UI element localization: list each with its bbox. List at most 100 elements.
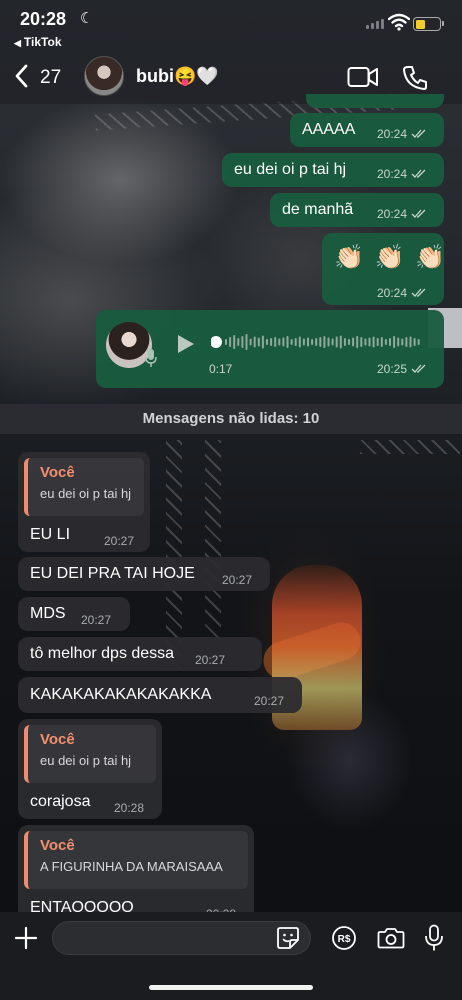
moon-icon: ☾	[80, 10, 94, 27]
waveform-bar	[266, 339, 268, 345]
camera-icon[interactable]	[377, 926, 405, 950]
waveform-bar	[237, 338, 240, 346]
message-time: 20:27	[104, 534, 135, 548]
incoming-message[interactable]: EU DEI PRA TAI HOJE 20:27	[18, 557, 270, 591]
payment-icon[interactable]: R$	[331, 925, 357, 951]
waveform-bar	[282, 337, 285, 347]
read-ticks-icon	[411, 169, 426, 178]
message-text: AAAAA	[302, 121, 356, 138]
quoted-message[interactable]: Você eu dei oi p tai hj	[24, 458, 144, 516]
waveform-bar	[343, 338, 346, 346]
waveform-bar	[384, 339, 387, 345]
waveform-bar	[397, 337, 400, 347]
plus-icon[interactable]	[14, 926, 38, 950]
outgoing-message[interactable]: eu dei oi p tai hj 20:24	[222, 153, 444, 187]
message-time: 20:27	[222, 573, 253, 587]
message-time: 20:27	[195, 653, 226, 667]
battery-icon	[413, 17, 444, 31]
waveform-bar	[249, 338, 252, 346]
waveform-bar	[348, 339, 350, 345]
sticker-icon[interactable]	[276, 926, 300, 950]
waveform-bar	[290, 339, 293, 345]
waveform-bar	[417, 339, 420, 345]
message-time: 20:24	[377, 127, 408, 141]
contact-avatar[interactable]	[84, 56, 124, 96]
waveform-bar	[331, 338, 334, 346]
microphone-icon[interactable]	[424, 924, 444, 952]
stage-truss	[360, 440, 460, 454]
chevron-left-icon[interactable]	[14, 64, 30, 88]
quote-author: Você	[40, 731, 75, 748]
incoming-message[interactable]: KAKAKAKAKAKAKAKKA 20:27	[18, 677, 302, 713]
waveform-bar	[257, 337, 260, 347]
waveform-bar	[372, 336, 375, 348]
playhead-dot[interactable]	[211, 336, 222, 348]
quoted-message[interactable]: Você A FIGURINHA DA MARAISAAA	[24, 831, 248, 889]
waveform-bar	[335, 336, 338, 348]
read-ticks-icon	[411, 288, 426, 297]
message-input[interactable]	[52, 921, 311, 955]
message-time: 20:24	[377, 207, 408, 221]
message-text: MDS	[30, 605, 66, 622]
waveform-bar	[327, 337, 330, 347]
waveform-bar	[286, 336, 289, 348]
message-text: KAKAKAKAKAKAKAKKA	[30, 686, 212, 703]
quoted-message[interactable]: Você eu dei oi p tai hj	[24, 725, 156, 783]
outgoing-message-partial	[306, 94, 444, 108]
waveform-bar	[253, 336, 256, 348]
waveform-bar	[307, 337, 309, 347]
waveform-bar	[360, 337, 363, 347]
incoming-reply-message[interactable]: Você eu dei oi p tai hj EU LI 20:27	[18, 452, 150, 552]
message-text: de manhã	[282, 201, 354, 218]
waveform-bar	[311, 339, 314, 345]
home-indicator[interactable]	[149, 985, 313, 990]
quote-text: eu dei oi p tai hj	[40, 753, 132, 768]
incoming-message[interactable]: MDS 20:27	[18, 597, 130, 631]
voice-duration: 0:17	[209, 362, 233, 376]
message-time: 20:24	[377, 167, 408, 181]
phone-call-icon[interactable]	[402, 65, 428, 91]
read-ticks-icon	[411, 364, 426, 373]
waveform-bar	[294, 338, 297, 346]
unread-chats-count[interactable]: 27	[40, 67, 61, 89]
message-text: eu dei oi p tai hj	[234, 161, 347, 178]
waveform-bar	[364, 338, 367, 346]
waveform-bar	[270, 338, 273, 346]
incoming-message[interactable]: tô melhor dps dessa 20:27	[18, 637, 262, 671]
waveform-bar	[241, 336, 244, 348]
waveform-bar	[413, 338, 416, 346]
video-call-icon[interactable]	[347, 66, 379, 88]
back-triangle-icon: ◀	[14, 38, 21, 48]
play-icon[interactable]	[176, 333, 196, 355]
waveform-bar	[315, 338, 318, 346]
quote-author: Você	[40, 464, 75, 481]
message-text: EU DEI PRA TAI HOJE	[30, 565, 195, 582]
waveform-bar	[368, 337, 371, 347]
microphone-icon	[145, 349, 157, 367]
message-time: 20:27	[81, 613, 112, 627]
waveform-bar	[298, 336, 301, 348]
unread-messages-banner: Mensagens não lidas: 10	[0, 404, 462, 434]
incoming-reply-message[interactable]: Você A FIGURINHA DA MARAISAAA ENTAOOOOO …	[18, 825, 254, 925]
waveform-bar	[356, 336, 359, 348]
cellular-signal-icon	[366, 19, 384, 29]
waveform-bar	[389, 338, 391, 346]
message-time: 20:28	[114, 801, 145, 815]
back-to-app-link[interactable]: ◀ TikTok	[14, 35, 62, 49]
message-text: 👏🏻 👏🏻 👏🏻	[334, 244, 447, 271]
waveform-bar	[233, 335, 236, 349]
contact-name[interactable]: bubi😝🤍	[136, 66, 219, 87]
message-time: 20:25	[377, 362, 408, 376]
audio-waveform[interactable]	[211, 332, 421, 352]
incoming-reply-message[interactable]: Você eu dei oi p tai hj corajosa 20:28	[18, 719, 162, 819]
voice-message[interactable]: 0:17 20:25	[96, 310, 444, 388]
message-text: corajosa	[30, 793, 91, 810]
wifi-icon	[388, 13, 410, 31]
waveform-bar	[339, 335, 342, 349]
quote-author: Você	[40, 837, 75, 854]
waveform-bar	[225, 339, 227, 345]
outgoing-message[interactable]: de manhã 20:24	[270, 193, 444, 227]
outgoing-message[interactable]: AAAAA 20:24	[290, 113, 444, 147]
outgoing-message[interactable]: 👏🏻 👏🏻 👏🏻 20:24	[322, 233, 447, 305]
read-ticks-icon	[411, 209, 426, 218]
